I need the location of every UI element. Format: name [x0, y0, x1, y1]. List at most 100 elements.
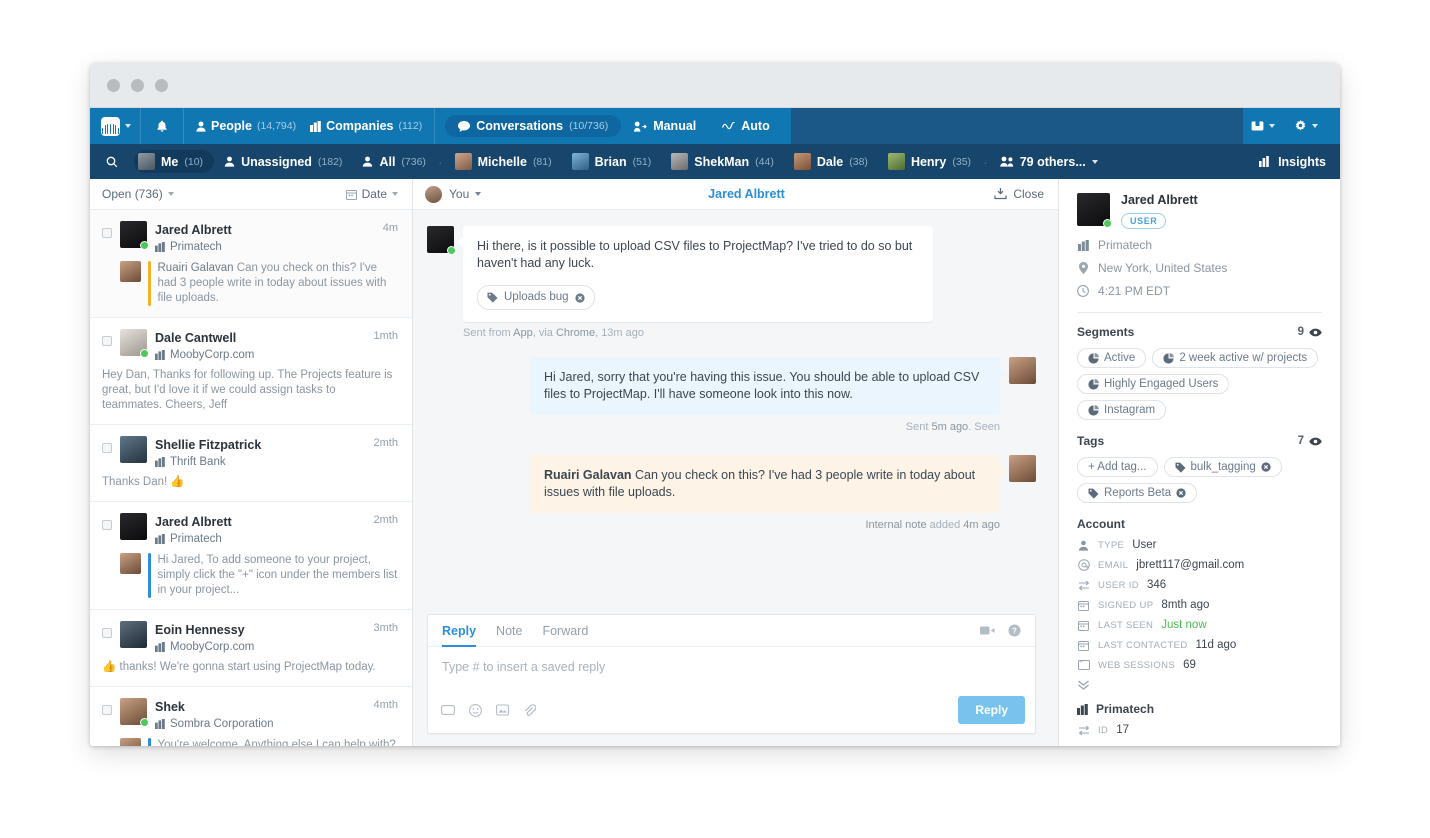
list-item-checkbox[interactable]	[102, 628, 112, 638]
messages-menu-button[interactable]	[1243, 120, 1283, 132]
search-icon	[106, 156, 118, 167]
conversation-list-item[interactable]: Eoin Hennessy MoobyCorp.com 3mth 👍 thanks! …	[90, 610, 412, 687]
send-reply-button[interactable]: Reply	[958, 696, 1025, 724]
conversation-list-header: Open (736) Date	[90, 179, 412, 210]
list-item-checkbox[interactable]	[102, 705, 112, 715]
account-header: Account	[1077, 517, 1322, 531]
settings-menu-button[interactable]	[1286, 119, 1326, 133]
subnav-item-dale[interactable]: Dale (38)	[784, 153, 878, 170]
list-item-checkbox[interactable]	[102, 520, 112, 530]
eye-icon	[1309, 328, 1322, 336]
account-row: WEB SESSIONS 69	[1077, 659, 1322, 671]
divider	[1077, 312, 1322, 313]
intercom-logo-icon	[101, 116, 120, 136]
message-tag-chip[interactable]: Uploads bug	[477, 285, 595, 310]
tags-count-group[interactable]: 7	[1298, 435, 1322, 447]
assignee-dropdown[interactable]: You	[449, 187, 482, 201]
user-local-time: 4:21 PM EDT	[1098, 284, 1171, 298]
composer-tab-reply[interactable]: Reply	[442, 615, 476, 647]
search-button[interactable]	[104, 156, 130, 168]
conversation-list[interactable]: Jared Albrett Primatech 4m Ruairi Galavan C…	[90, 210, 412, 746]
conversation-list-item[interactable]: Dale Cantwell MoobyCorp.com 1mth Hey Dan, T…	[90, 318, 412, 425]
subnav-item-shekman[interactable]: ShekMan (44)	[661, 153, 784, 170]
tag-chip[interactable]: Reports Beta	[1077, 483, 1198, 503]
tag-chip[interactable]: bulk_tagging	[1163, 457, 1282, 477]
list-item-checkbox[interactable]	[102, 336, 112, 346]
attachment-button[interactable]	[523, 703, 536, 717]
remove-icon[interactable]	[1176, 488, 1186, 498]
bar-chart-icon	[1259, 156, 1269, 167]
notifications-button[interactable]	[141, 108, 184, 144]
attachment-icon	[524, 703, 536, 716]
quote-author: Ruairi Galavan	[157, 262, 237, 274]
nav-companies[interactable]: Companies (112)	[310, 119, 422, 133]
list-item-quote: Ruairi Galavan Can you check on this? I'…	[102, 261, 398, 306]
help-button[interactable]: ?	[1008, 624, 1021, 637]
composer-tab-forward[interactable]: Forward	[542, 615, 588, 647]
window-maximize-button[interactable]	[155, 78, 168, 92]
composer-box: Reply Note Forward ? Type # to insert a sa…	[427, 614, 1036, 734]
online-indicator	[140, 718, 149, 727]
add-tag-button[interactable]: + Add tag...	[1077, 457, 1158, 477]
composer-input[interactable]: Type # to insert a saved reply	[428, 647, 1035, 696]
expand-attributes-button[interactable]	[1077, 680, 1322, 690]
subnav-item-brian[interactable]: Brian (51)	[562, 153, 662, 170]
message-block: Ruairi Galavan Can you check on this? I'…	[427, 455, 1036, 531]
conversation-list-item[interactable]: Jared Albrett Primatech 2mth Hi Jared, To a…	[90, 502, 412, 610]
conversation-list-item[interactable]: Shek Sombra Corporation 4mth You're welcome…	[90, 687, 412, 746]
primary-nav-right	[1243, 108, 1340, 144]
list-item-snippet: Hey Dan, Thanks for following up. The Pr…	[102, 369, 393, 411]
subnav-item-count: (51)	[632, 155, 652, 168]
segment-chip[interactable]: Highly Engaged Users	[1077, 374, 1230, 394]
conversation-list-item[interactable]: Shellie Fitzpatrick Thrift Bank 2mth Thanks…	[90, 425, 412, 502]
list-item-checkbox[interactable]	[102, 443, 112, 453]
user-info-column: Jared Albrett USER Primatech New York, U…	[1058, 179, 1340, 746]
message-bubble: Ruairi Galavan Can you check on this? I'…	[530, 455, 1006, 513]
window-close-button[interactable]	[107, 78, 120, 92]
list-item-name: Jared Albrett	[155, 223, 232, 237]
nav-auto-tab[interactable]: Auto	[709, 119, 782, 133]
segment-chip[interactable]: 2 week active w/ projects	[1152, 348, 1319, 368]
gif-button[interactable]	[496, 704, 509, 716]
company-id-value: 17	[1116, 724, 1129, 736]
subnav-item-michelle[interactable]: Michelle (81)	[445, 153, 562, 170]
segments-list: Active 2 week active w/ projects Highly En…	[1077, 348, 1322, 420]
list-sort-dropdown[interactable]: Date	[345, 187, 398, 201]
window-minimize-button[interactable]	[131, 78, 144, 92]
subnav-item-me[interactable]: Me (10)	[134, 150, 215, 173]
double-chevron-down-icon	[1078, 680, 1089, 690]
chevron-down-icon	[125, 124, 131, 128]
remove-icon[interactable]	[1261, 462, 1271, 472]
nav-conversations-tab[interactable]: Conversations (10/736)	[445, 115, 622, 137]
nav-people[interactable]: People (14,794)	[196, 119, 296, 133]
remove-tag-icon[interactable]	[574, 292, 585, 303]
wave-icon	[722, 121, 736, 129]
video-button[interactable]	[980, 625, 995, 636]
list-item-header: Shek Sombra Corporation 4mth	[102, 698, 398, 730]
conversation-list-item[interactable]: Jared Albrett Primatech 4m Ruairi Galavan C…	[90, 210, 412, 318]
subnav-item-79-others[interactable]: 79 others...	[990, 155, 1108, 169]
segment-chip[interactable]: Active	[1077, 348, 1147, 368]
list-item-checkbox[interactable]	[102, 228, 112, 238]
subnav-item-unassigned[interactable]: Unassigned (182)	[214, 155, 352, 169]
message-tag-label: Uploads bug	[504, 291, 569, 303]
insights-button[interactable]: Insights	[1259, 155, 1326, 169]
subnav-item-henry[interactable]: Henry (35)	[878, 153, 981, 170]
emoji-button[interactable]	[469, 703, 482, 717]
list-item-name: Shek	[155, 700, 185, 714]
company-icon	[155, 350, 165, 360]
user-company-line[interactable]: Primatech	[1077, 238, 1322, 252]
nav-manual-tab[interactable]: Manual	[621, 119, 709, 133]
close-conversation-button[interactable]: Close	[994, 187, 1044, 201]
subnav-separator: ·	[437, 153, 443, 170]
composer-tab-note[interactable]: Note	[496, 615, 522, 647]
list-filter-dropdown[interactable]: Open (736)	[102, 187, 174, 201]
segment-chip[interactable]: Instagram	[1077, 400, 1167, 420]
company-section-name: Primatech	[1096, 702, 1155, 716]
segments-count-group[interactable]: 9	[1298, 326, 1322, 338]
list-item-meta: Jared Albrett Primatech	[155, 513, 366, 545]
subnav-item-all[interactable]: All (736)	[352, 155, 436, 169]
subnav-item-count: (35)	[952, 155, 972, 168]
app-logo-button[interactable]	[90, 108, 141, 144]
saved-reply-button[interactable]	[441, 704, 455, 716]
